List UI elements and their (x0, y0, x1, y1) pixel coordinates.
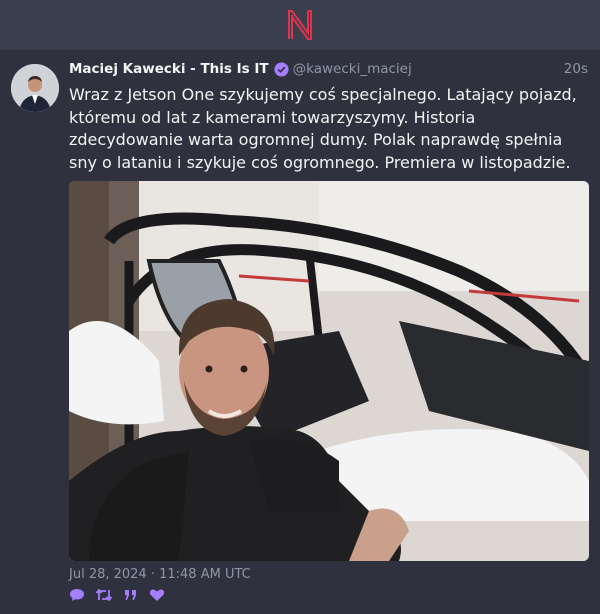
tweet-text: Wraz z Jetson One szykujemy coś specjaln… (69, 85, 577, 172)
reply-icon[interactable] (69, 588, 85, 602)
tweet-actions (69, 588, 165, 602)
like-icon[interactable] (149, 588, 165, 602)
tweet-header: Maciej Kawecki - This Is IT @kawecki_mac… (69, 61, 588, 77)
quote-icon[interactable] (123, 588, 139, 602)
author-handle[interactable]: @kawecki_maciej (293, 61, 412, 77)
retweet-icon[interactable] (95, 588, 113, 602)
tweet-date[interactable]: Jul 28, 2024 · 11:48 AM UTC (69, 567, 251, 582)
relative-time[interactable]: 20s (564, 61, 588, 77)
top-bar (0, 0, 600, 51)
tweet-media-image[interactable] (69, 181, 589, 561)
nitter-logo-icon[interactable] (286, 9, 314, 41)
verified-badge-icon (274, 61, 289, 77)
timeline: Maciej Kawecki - This Is IT @kawecki_mac… (0, 51, 600, 614)
avatar[interactable] (11, 64, 59, 112)
author-name[interactable]: Maciej Kawecki - This Is IT (69, 61, 269, 77)
